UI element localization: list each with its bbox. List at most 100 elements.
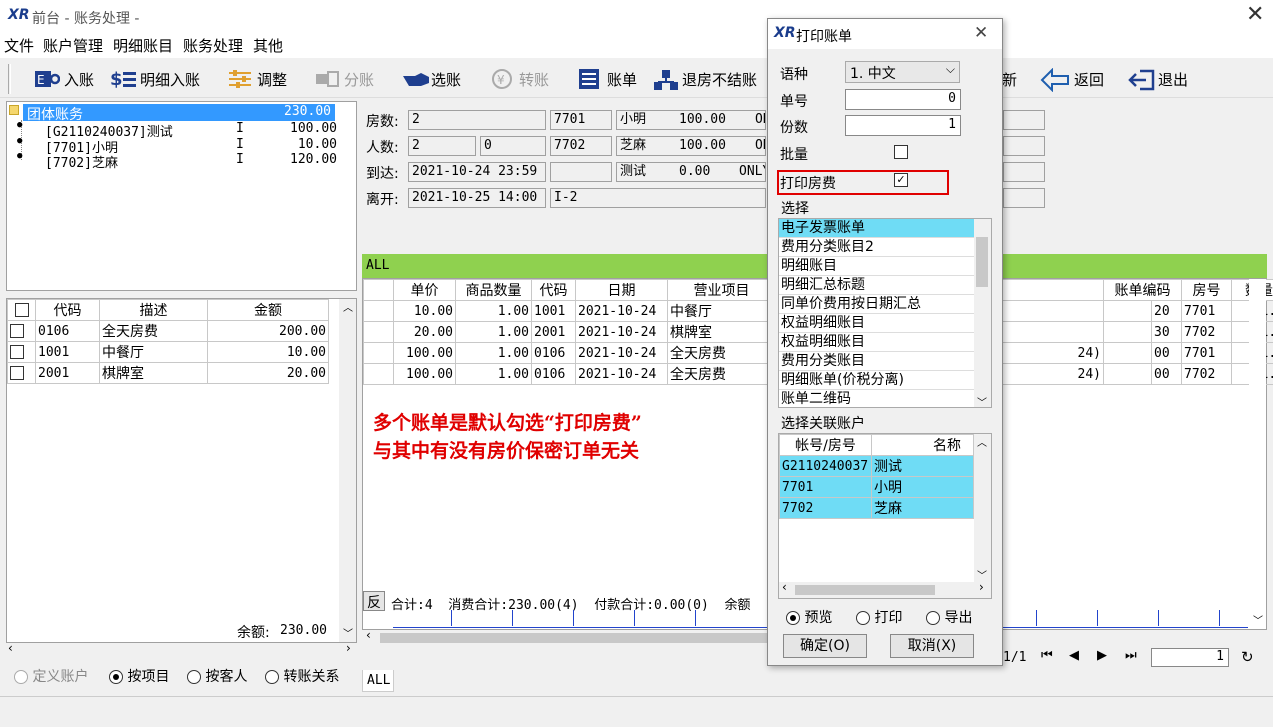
col-desc[interactable]: 描述 [99, 299, 208, 321]
cancel-button[interactable]: 取消(X) [890, 634, 974, 658]
chevron-left-icon[interactable]: ‹ [366, 628, 371, 642]
tree-node[interactable]: ● [7702]芝麻 I 120.00 [17, 151, 337, 171]
reverse-button[interactable]: 反 [363, 591, 385, 611]
room-field[interactable]: 7702 [550, 136, 612, 156]
refresh-icon[interactable]: ↻ [1241, 648, 1254, 666]
zhangdan-button[interactable]: 账单 [577, 66, 637, 92]
tree-root[interactable]: 团体账务 230.00 [23, 104, 335, 123]
col-code[interactable]: 代码 [531, 279, 576, 301]
col-price[interactable]: 单价 [393, 279, 456, 301]
piliang-checkbox[interactable] [894, 145, 908, 159]
col-code[interactable]: 代码 [35, 299, 100, 321]
ruzhang-button[interactable]: E 入账 [34, 66, 94, 92]
room-field[interactable] [550, 162, 612, 182]
close-icon[interactable]: ✕ [1246, 2, 1264, 27]
col-room[interactable]: 房号 [1181, 279, 1232, 301]
radio-by-guest[interactable]: 按客人 [187, 666, 247, 686]
list-scroll-thumb[interactable] [976, 237, 988, 287]
table-row[interactable]: 7701 小明 [779, 476, 974, 498]
room-field[interactable]: 7701 [550, 110, 612, 130]
chevron-right-icon[interactable]: › [979, 580, 984, 594]
chevron-right-icon[interactable]: › [346, 641, 351, 655]
likai-field[interactable]: 2021-10-25 14:00 [408, 188, 546, 208]
first-page-icon[interactable]: ⏮ [1041, 648, 1053, 663]
tab-all[interactable]: ALL [362, 670, 394, 692]
col-date[interactable]: 日期 [575, 279, 668, 301]
assoc-scrollbar[interactable]: ︿ ﹀ [974, 434, 991, 582]
radio-export[interactable]: 导出 [926, 607, 972, 627]
main-table-scrollbar[interactable]: ﹀ [1249, 279, 1266, 629]
left-table-scrollbar[interactable]: ︿ ﹀ [339, 299, 356, 642]
assoc-hscrollbar[interactable]: ‹ › [779, 580, 991, 598]
close-icon[interactable]: ✕ [974, 23, 988, 43]
col-quantity[interactable]: 商品数量 [455, 279, 532, 301]
list-item[interactable]: 明细汇总标题 [779, 276, 991, 295]
lang-select[interactable]: 1. 中文 ⌵ [845, 61, 960, 83]
list-item[interactable]: 费用分类账目 [779, 352, 991, 371]
renshu2-field[interactable]: 0 [480, 136, 546, 156]
danhao-input[interactable]: 0 [845, 89, 961, 110]
row-checkbox[interactable] [10, 345, 24, 359]
fanhui-button[interactable]: 返回 [1040, 66, 1104, 93]
fenzhang-button[interactable]: 分账 [314, 66, 374, 92]
table-row[interactable]: 1001 中餐厅 10.00 [7, 341, 329, 363]
list-item[interactable]: 明细账单(价税分离) [779, 371, 991, 390]
row-checkbox[interactable] [10, 366, 24, 380]
col-name[interactable]: 名称 [871, 434, 974, 456]
list-item[interactable]: 权益明细账目 [779, 333, 991, 352]
col-account[interactable]: 帐号/房号 [779, 434, 872, 456]
col-item[interactable]: 营业项目 [667, 279, 776, 301]
radio-transfer[interactable]: 转账关系 [265, 666, 339, 686]
ok-button[interactable]: 确定(O) [783, 634, 867, 658]
menu-file[interactable]: 文件 [4, 35, 34, 56]
table-row[interactable]: 0106 全天房费 200.00 [7, 320, 329, 342]
zhuanzhang-button[interactable]: ¥ 转账 [489, 66, 549, 92]
hscroll-thumb[interactable] [795, 585, 935, 595]
chevron-up-icon[interactable]: ︿ [343, 299, 353, 314]
list-item[interactable]: 费用分类账目2 [779, 238, 991, 257]
page-input[interactable]: 1 [1151, 648, 1229, 667]
chevron-left-icon[interactable]: ‹ [8, 641, 13, 655]
left-hscrollbar[interactable]: ‹ › [6, 641, 357, 659]
chevron-left-icon[interactable]: ‹ [782, 580, 787, 594]
daoda-field[interactable]: 2021-10-24 23:59 [408, 162, 546, 182]
list-scrollbar[interactable]: ﹀ [974, 219, 991, 407]
last-page-icon[interactable]: ⏭ [1125, 648, 1137, 663]
list-item[interactable]: 账单二维码 [779, 390, 991, 407]
hscroll-thumb[interactable] [380, 633, 770, 643]
radio-preview[interactable]: 预览 [786, 607, 832, 627]
tree-node[interactable]: ● [7701]小明 I 10.00 [17, 136, 337, 156]
guest-field[interactable]: 测试 0.00 ONLY [616, 162, 766, 182]
list-item[interactable]: 电子发票账单 [779, 219, 991, 238]
list-item[interactable]: 同单价费用按日期汇总 [779, 295, 991, 314]
next-page-icon[interactable]: ▶ [1097, 648, 1107, 663]
menu-detail[interactable]: 明细账目 [113, 35, 173, 56]
col-amount[interactable]: 金额 [207, 299, 329, 321]
fangshu-field[interactable]: 2 [408, 110, 546, 130]
menu-account[interactable]: 账户管理 [43, 35, 103, 56]
radio-custom[interactable]: 定义账户 [14, 666, 88, 686]
tree-node[interactable]: ● [G2110240037]测试 I 100.00 [17, 120, 337, 140]
chevron-down-icon[interactable]: ﹀ [1253, 612, 1263, 627]
main-hscrollbar[interactable]: ‹ [362, 628, 770, 646]
menu-accounting[interactable]: 账务处理 [183, 35, 243, 56]
table-row[interactable]: 7702 芝麻 [779, 497, 974, 519]
tuichu-button[interactable]: 退出 [1128, 66, 1188, 92]
table-row[interactable]: 2001 棋牌室 20.00 [7, 362, 329, 384]
guest-field[interactable]: 芝麻 100.00 ON [616, 136, 766, 156]
chevron-down-icon[interactable]: ﹀ [977, 394, 987, 407]
mingxi-ruzhang-button[interactable]: $ 明细入账 [110, 66, 200, 92]
radio-print[interactable]: 打印 [856, 607, 902, 627]
menu-other[interactable]: 其他 [253, 35, 283, 56]
xin-button[interactable]: 新 [1002, 66, 1017, 92]
tuifang-button[interactable]: 退房不结账 [652, 66, 757, 92]
table-row[interactable]: G2110240037 测试 [779, 455, 974, 477]
likai-code-field[interactable]: I-2 [550, 188, 766, 208]
guest-field[interactable]: 小明 100.00 ON [616, 110, 766, 130]
select-all-checkbox[interactable] [14, 303, 29, 317]
col-bill-code[interactable]: 账单编码 [1103, 279, 1182, 301]
chevron-down-icon[interactable]: ﹀ [343, 625, 353, 640]
chevron-up-icon[interactable]: ︿ [977, 434, 987, 449]
dayin-checkbox[interactable]: ✓ [894, 173, 908, 187]
renshu-field[interactable]: 2 [408, 136, 476, 156]
